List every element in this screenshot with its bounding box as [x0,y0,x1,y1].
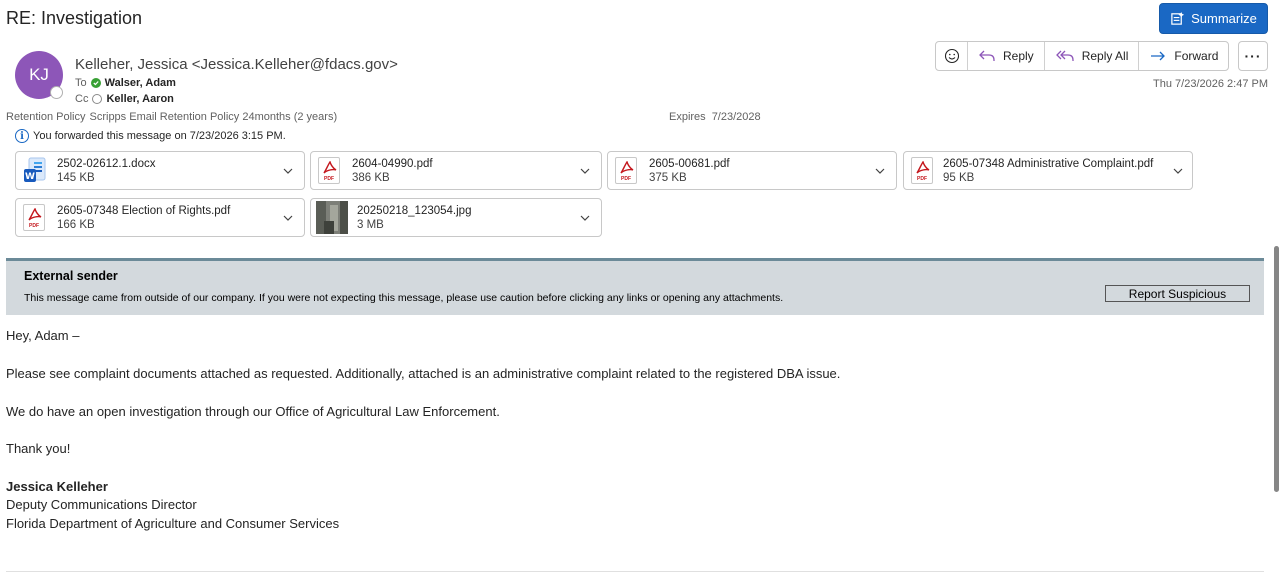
svg-text:W: W [25,172,35,182]
summarize-label: Summarize [1191,11,1257,26]
signature-organization: Florida Department of Agriculture and Co… [6,516,340,531]
body-greeting: Hey, Adam – [6,328,80,343]
info-icon: i [15,129,29,143]
pdf-file-icon: PDF [615,156,639,185]
forwarded-note: i You forwarded this message on 7/23/202… [15,129,286,143]
reply-arrow-icon [979,50,995,61]
attachment-size: 386 KB [352,171,390,184]
offline-status-icon [92,94,103,104]
more-icon: ··· [1244,48,1262,64]
body-paragraph: We do have an open investigation through… [6,404,500,419]
forward-arrow-icon [1151,51,1166,61]
chevron-down-icon[interactable] [1171,168,1185,174]
attachment-size: 375 KB [649,171,687,184]
attachment-card[interactable]: PDF 2604-04990.pdf 386 KB [310,151,602,190]
to-label: To [75,77,87,89]
forward-button[interactable]: Forward [1139,42,1228,70]
attachment-card[interactable]: PDF 2605-07348 Administrative Complaint.… [903,151,1193,190]
image-thumbnail [316,201,348,234]
attachment-name: 2605-07348 Administrative Complaint.pdf [943,157,1154,170]
scrollbar[interactable] [1274,246,1279,492]
summarize-icon [1171,11,1185,25]
forwarded-note-text: You forwarded this message on 7/23/2026 … [33,130,286,142]
attachment-size: 145 KB [57,171,95,184]
word-document-icon: W [23,157,47,185]
presence-status-icon [50,86,63,99]
chevron-down-icon[interactable] [873,168,887,174]
retention-value: Scripps Email Retention Policy 24months … [89,111,338,123]
reply-label: Reply [1003,49,1034,63]
expires-info: Expires 7/23/2028 [669,111,761,123]
signature-title: Deputy Communications Director [6,497,197,512]
attachment-name: 2502-02612.1.docx [57,157,156,170]
attachment-card[interactable]: W 2502-02612.1.docx 145 KB [15,151,305,190]
attachment-card[interactable]: PDF 2605-00681.pdf 375 KB [607,151,897,190]
attachment-card[interactable]: 20250218_123054.jpg 3 MB [310,198,602,237]
pdf-file-icon: PDF [318,156,342,185]
attachment-name: 20250218_123054.jpg [357,204,472,217]
divider [6,571,1264,572]
chevron-down-icon[interactable] [281,168,295,174]
retention-policy: Retention Policy Scripps Email Retention … [6,111,337,123]
reply-all-label: Reply All [1081,49,1129,63]
attachment-size: 166 KB [57,218,95,231]
sender-name[interactable]: Kelleher, Jessica <Jessica.Kelleher@fdac… [75,56,398,73]
retention-label: Retention Policy [6,111,86,123]
reply-all-button[interactable]: Reply All [1045,42,1140,70]
cc-label: Cc [75,93,89,105]
external-sender-title: External sender [24,269,118,283]
attachment-size: 3 MB [357,218,384,231]
more-actions-button[interactable]: ··· [1238,41,1268,71]
email-subject: RE: Investigation [6,8,143,28]
chevron-down-icon[interactable] [281,215,295,221]
attachment-name: 2604-04990.pdf [352,157,433,170]
external-sender-banner: External sender This message came from o… [6,258,1264,315]
smiley-icon [944,48,959,64]
message-actions: Reply Reply All Forward [935,41,1230,71]
chevron-down-icon[interactable] [578,215,592,221]
attachment-size: 95 KB [943,171,975,184]
reaction-button[interactable] [936,42,968,70]
chevron-down-icon[interactable] [578,168,592,174]
attachment-card[interactable]: PDF 2605-07348 Election of Rights.pdf 16… [15,198,305,237]
pdf-file-icon: PDF [23,203,47,232]
pdf-file-icon: PDF [911,156,935,185]
reply-all-arrow-icon [1055,50,1074,61]
cc-recipients: Cc Keller, Aaron [75,93,174,105]
signature-name: Jessica Kelleher [6,479,108,494]
body-paragraph: Please see complaint documents attached … [6,366,841,381]
attachment-name: 2605-07348 Election of Rights.pdf [57,204,231,217]
attachment-name: 2605-00681.pdf [649,157,730,170]
expires-label: Expires [669,111,706,123]
external-sender-message: This message came from outside of our co… [24,292,784,304]
reply-button[interactable]: Reply [968,42,1045,70]
cc-recipient-name[interactable]: Keller, Aaron [106,93,173,105]
available-status-icon [90,78,101,88]
report-suspicious-button[interactable]: Report Suspicious [1105,285,1250,302]
to-recipient-name[interactable]: Walser, Adam [105,77,176,89]
message-datetime: Thu 7/23/2026 2:47 PM [1153,78,1268,90]
body-thanks: Thank you! [6,441,71,456]
to-recipients: To Walser, Adam [75,77,176,89]
summarize-button[interactable]: Summarize [1159,3,1268,34]
forward-label: Forward [1174,49,1219,63]
expires-value: 7/23/2028 [711,111,761,123]
